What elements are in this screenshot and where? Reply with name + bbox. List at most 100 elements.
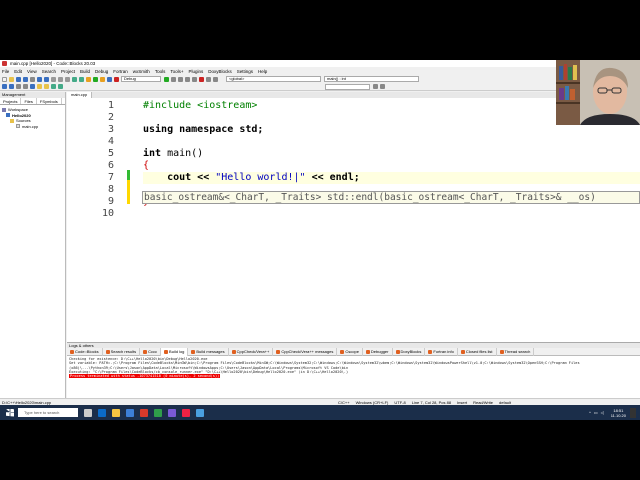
secondary-toolbar — [0, 83, 640, 91]
menu-project[interactable]: Project — [61, 69, 75, 74]
stop-debugger-icon[interactable] — [199, 76, 204, 82]
menu-doxyblocks[interactable]: DoxyBlocks — [208, 69, 232, 74]
start-windows-icon[interactable] — [6, 408, 14, 417]
task-view-icon[interactable] — [84, 408, 92, 417]
highlight-icon[interactable] — [30, 84, 35, 89]
window-title: main.cpp [Hello2020] - Code::Blocks 20.0… — [10, 61, 96, 66]
menu-view[interactable]: View — [27, 69, 37, 74]
menu-tools[interactable]: Tools — [155, 69, 166, 74]
debug-windows-icon[interactable] — [206, 76, 211, 82]
copy-icon[interactable] — [58, 76, 63, 82]
app-red-icon[interactable] — [140, 408, 148, 417]
tab-projects[interactable]: Projects — [0, 98, 22, 104]
step-into-icon[interactable] — [185, 76, 190, 82]
abort-icon[interactable] — [114, 76, 119, 82]
print-icon[interactable] — [30, 76, 35, 82]
redo-icon[interactable] — [44, 76, 49, 82]
menu-settings[interactable]: Settings — [237, 69, 253, 74]
tab-debugger[interactable]: Debugger — [363, 347, 393, 356]
scope-select[interactable]: <global> — [226, 76, 321, 82]
rebuild-icon[interactable] — [107, 76, 112, 82]
tab-build-messages[interactable]: Build messages — [188, 347, 229, 356]
menu-fortran[interactable]: Fortran — [113, 69, 128, 74]
new-file-icon[interactable] — [2, 76, 7, 82]
store-icon[interactable] — [126, 408, 134, 417]
log-tab-icon — [276, 349, 281, 354]
taskbar-search[interactable]: Type here to search — [18, 408, 78, 417]
paste-icon[interactable] — [65, 76, 70, 82]
undo-icon[interactable] — [37, 76, 42, 82]
clock[interactable]: 18:51 11.10.20 — [611, 408, 626, 418]
match-case-icon[interactable] — [51, 84, 56, 89]
menu-plugins[interactable]: Plugins — [188, 69, 203, 74]
tab-cscope[interactable]: Cscope — [337, 347, 363, 356]
symbol-select[interactable]: main() : int — [324, 76, 419, 82]
menu-file[interactable]: File — [2, 69, 9, 74]
menu-debug[interactable]: Debug — [95, 69, 108, 74]
tab-cccc[interactable]: Cccc — [140, 347, 162, 356]
project-tree: Workspace Hello2020 Sources main.cpp — [0, 105, 65, 131]
explorer-icon[interactable] — [112, 408, 120, 417]
status-mode: Insert — [457, 399, 468, 405]
next-bookmark-icon[interactable] — [44, 84, 49, 89]
save-all-icon[interactable] — [23, 76, 28, 82]
tab-fortran-info[interactable]: Fortran info — [425, 347, 458, 356]
back-icon[interactable] — [2, 84, 7, 89]
replace-icon[interactable] — [79, 76, 84, 82]
menu-edit[interactable]: Edit — [14, 69, 22, 74]
prev-bookmark-icon[interactable] — [37, 84, 42, 89]
line-number: 4 — [107, 136, 114, 147]
build-icon[interactable] — [86, 76, 91, 82]
chevron-up-icon[interactable]: ^ — [589, 410, 591, 415]
debug-icon[interactable] — [164, 76, 169, 82]
save-icon[interactable] — [16, 76, 21, 82]
search-combo[interactable] — [325, 83, 370, 90]
volume-icon[interactable]: ◁ — [601, 410, 604, 415]
regex-icon[interactable] — [58, 84, 63, 89]
status-path: D:\C++\Hello2020\main.cpp — [2, 399, 52, 405]
tab-fsymbols[interactable]: FSymbols — [37, 98, 62, 104]
tab-build-log[interactable]: Build log — [161, 347, 189, 356]
menu-build[interactable]: Build — [80, 69, 90, 74]
run-icon[interactable] — [93, 76, 98, 82]
toggle-comment-icon[interactable] — [23, 84, 28, 89]
step-out-icon[interactable] — [192, 76, 197, 82]
edge-icon[interactable] — [98, 408, 106, 417]
tab-doxyblocks[interactable]: DoxyBlocks — [393, 347, 426, 356]
debug-info-icon[interactable] — [213, 76, 218, 82]
search-prev-icon[interactable] — [373, 84, 378, 89]
log-tab-icon — [143, 349, 148, 354]
notification-icon[interactable] — [630, 407, 636, 418]
menu-tools-plus[interactable]: Tools+ — [170, 69, 183, 74]
build-run-icon[interactable] — [100, 76, 105, 82]
open-folder-icon[interactable] — [9, 76, 14, 82]
bookmark-icon[interactable] — [16, 84, 21, 89]
tab-thread-search[interactable]: Thread search — [497, 347, 535, 356]
network-icon[interactable]: ▭ — [594, 410, 598, 415]
next-line-icon[interactable] — [178, 76, 183, 82]
app-purple-icon[interactable] — [168, 408, 176, 417]
status-position: Line 7, Col 28, Pos 88 — [411, 399, 452, 405]
search-next-icon[interactable] — [380, 84, 385, 89]
line-number: 10 — [101, 208, 114, 219]
tab-codeblocks-log[interactable]: Code::Blocks — [67, 347, 103, 356]
tab-cppcheck[interactable]: CppCheck/Vera++ — [229, 347, 274, 356]
log-tab-icon — [70, 349, 74, 354]
find-icon[interactable] — [72, 76, 77, 82]
menu-wxsmith[interactable]: wxSmith — [133, 69, 150, 74]
app-green-icon[interactable] — [154, 408, 162, 417]
tab-cppcheck-messages[interactable]: CppCheck/Vera++ messages — [273, 347, 338, 356]
log-tab-icon — [499, 349, 504, 354]
tab-files[interactable]: Files — [21, 98, 37, 104]
build-target-select[interactable]: Debug — [121, 76, 161, 82]
menu-search[interactable]: Search — [42, 69, 56, 74]
app-blue-icon[interactable] — [196, 408, 204, 417]
run-to-cursor-icon[interactable] — [171, 76, 176, 82]
menu-help[interactable]: Help — [258, 69, 267, 74]
tab-closed-files[interactable]: Closed files list — [458, 347, 497, 356]
codeblocks-task-icon[interactable] — [182, 408, 190, 417]
cut-icon[interactable] — [51, 76, 56, 82]
tree-node-main-cpp[interactable]: main.cpp — [2, 124, 63, 130]
tab-search-results[interactable]: Search results — [103, 347, 141, 356]
forward-icon[interactable] — [9, 84, 14, 89]
